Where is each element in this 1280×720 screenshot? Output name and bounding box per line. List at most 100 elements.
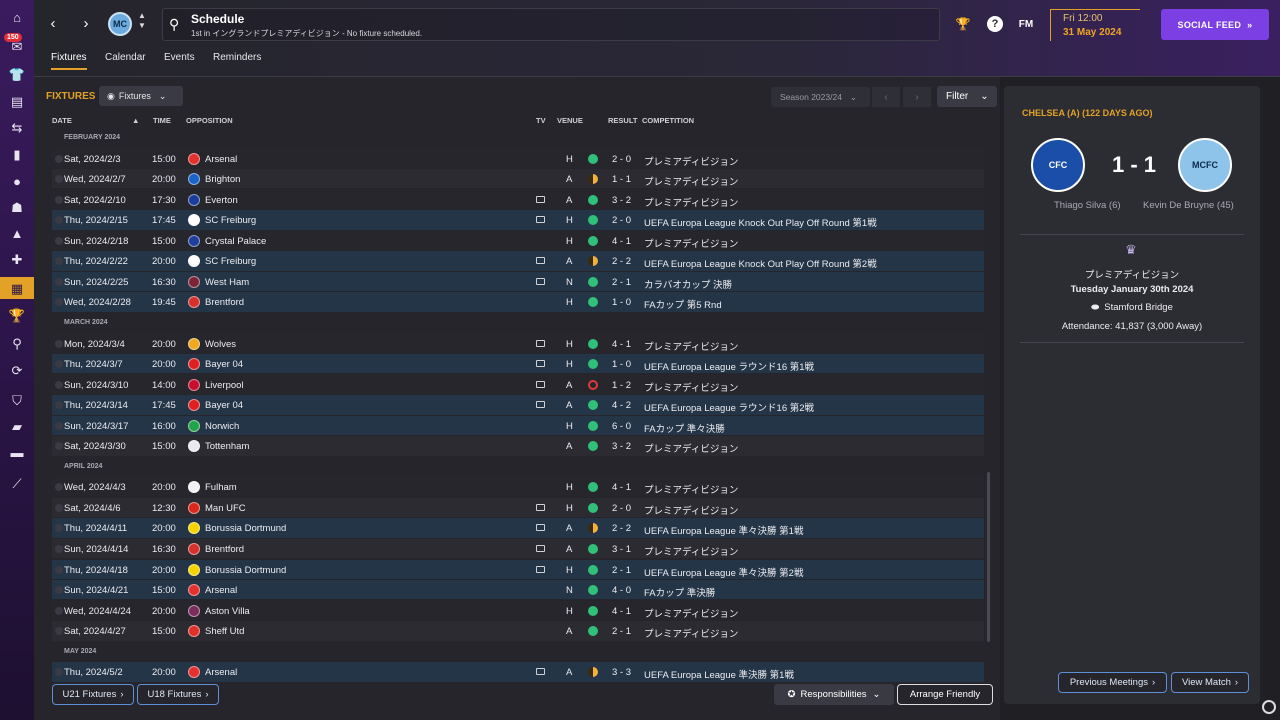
fixture-row[interactable]: Sat, 2024/2/3 15:00 Arsenal H 2 - 0 プレミアディビジョ…: [52, 148, 984, 168]
row-select-icon[interactable]: [55, 668, 63, 677]
arrange-friendly-button[interactable]: Arrange Friendly: [897, 684, 993, 705]
fixture-opposition[interactable]: Arsenal: [205, 154, 237, 165]
social-feed-button[interactable]: SOCIAL FEED »: [1161, 9, 1269, 40]
fixture-opposition[interactable]: Borussia Dortmund: [205, 565, 286, 576]
development-icon[interactable]: ✚: [7, 250, 27, 268]
fixture-opposition[interactable]: Everton: [205, 195, 238, 206]
fixture-row[interactable]: Sun, 2024/2/18 15:00 Crystal Palace H 4 - 1 プ…: [52, 230, 984, 251]
fixture-result[interactable]: 4 - 1: [612, 339, 631, 350]
fixture-opposition[interactable]: Bayer 04: [205, 359, 243, 370]
fixture-competition[interactable]: プレミアディビジョン: [644, 339, 738, 353]
fixture-opposition[interactable]: SC Freiburg: [205, 256, 256, 267]
fixture-row[interactable]: Thu, 2024/3/7 20:00 Bayer 04 H 1 - 0 UEFA Eur…: [52, 354, 984, 374]
fixture-row[interactable]: Wed, 2024/4/24 20:00 Aston Villa H 4 - 1 プレミア…: [52, 600, 984, 621]
fixture-row[interactable]: Thu, 2024/2/15 17:45 SC Freiburg H 2 - 0 UEFA…: [52, 210, 984, 230]
fixture-opposition[interactable]: Aston Villa: [205, 606, 250, 617]
responsibilities-button[interactable]: ✪ Responsibilities ⌄: [774, 684, 894, 705]
fixture-result[interactable]: 4 - 1: [612, 236, 631, 247]
col-opposition[interactable]: OPPOSITION: [186, 116, 233, 125]
row-select-icon[interactable]: [55, 257, 63, 266]
notification-ring-icon[interactable]: [1262, 700, 1276, 714]
fixture-competition[interactable]: UEFA Europa League 準々決勝 第1戦: [644, 523, 803, 537]
fixture-opposition[interactable]: Liverpool: [205, 380, 244, 391]
fixture-result[interactable]: 3 - 1: [612, 544, 631, 555]
previous-meetings-button[interactable]: Previous Meetings ›: [1058, 672, 1167, 693]
fixture-competition[interactable]: プレミアディビジョン: [644, 441, 738, 455]
medical-icon[interactable]: ●: [7, 172, 27, 190]
fixture-result[interactable]: 1 - 2: [612, 380, 631, 391]
fixture-opposition[interactable]: Bayer 04: [205, 400, 243, 411]
competitions-icon[interactable]: 🏆: [7, 306, 27, 324]
row-select-icon[interactable]: [55, 524, 63, 533]
dev-centre-icon[interactable]: ▬: [7, 443, 27, 461]
fixtures-view-dropdown[interactable]: ◉ Fixtures ⌄: [99, 86, 183, 106]
col-tv[interactable]: TV: [536, 116, 546, 125]
fixture-row[interactable]: Sat, 2024/4/6 12:30 Man UFC H 2 - 0 プレミアディビジョ…: [52, 497, 984, 518]
club-badge-icon[interactable]: MC: [108, 12, 132, 36]
row-select-icon[interactable]: [55, 627, 63, 636]
home-icon[interactable]: ⌂: [7, 8, 27, 26]
fixture-opposition[interactable]: Norwich: [205, 421, 239, 432]
trophy-icon[interactable]: 🏆: [953, 14, 973, 34]
row-select-icon[interactable]: [55, 175, 63, 184]
fixture-competition[interactable]: プレミアディビジョン: [644, 503, 738, 517]
date-display[interactable]: Fri 12:00 31 May 2024: [1050, 9, 1140, 41]
row-select-icon[interactable]: [55, 565, 63, 574]
fixture-opposition[interactable]: Borussia Dortmund: [205, 523, 286, 534]
fixture-result[interactable]: 2 - 0: [612, 154, 631, 165]
fixture-result[interactable]: 2 - 1: [612, 626, 631, 637]
fixture-competition[interactable]: UEFA Europa League ラウンド16 第1戦: [644, 359, 814, 373]
fixture-result[interactable]: 4 - 1: [612, 482, 631, 493]
fixture-row[interactable]: Thu, 2024/3/14 17:45 Bayer 04 A 4 - 2 UEFA Eu…: [52, 395, 984, 415]
fixture-row[interactable]: Thu, 2024/4/11 20:00 Borussia Dortmund A 2 -…: [52, 518, 984, 538]
fixture-row[interactable]: Wed, 2024/4/3 20:00 Fulham H 4 - 1 プレミアディビジョン: [52, 477, 984, 497]
schedule-icon[interactable]: ▦: [0, 277, 34, 299]
fixture-competition[interactable]: UEFA Europa League Knock Out Play Off Ro…: [644, 256, 877, 270]
team-report-icon[interactable]: ▮: [7, 145, 27, 163]
fixture-competition[interactable]: プレミアディビジョン: [644, 174, 738, 188]
fixture-opposition[interactable]: Crystal Palace: [205, 236, 266, 247]
fixture-result[interactable]: 3 - 2: [612, 441, 631, 452]
row-select-icon[interactable]: [55, 216, 63, 225]
chelsea-crest-icon[interactable]: CFC: [1031, 138, 1085, 192]
fixture-opposition[interactable]: Arsenal: [205, 667, 237, 678]
u18-fixtures-button[interactable]: U18 Fixtures ›: [137, 684, 219, 705]
fixture-row[interactable]: Sat, 2024/2/10 17:30 Everton A 3 - 2 プレミアディビジ…: [52, 189, 984, 210]
fixture-opposition[interactable]: Tottenham: [205, 441, 249, 452]
row-select-icon[interactable]: [55, 483, 63, 492]
fixture-competition[interactable]: FAカップ 第5 Rnd: [644, 297, 722, 311]
row-select-icon[interactable]: [55, 154, 63, 163]
fixture-result[interactable]: 3 - 3: [612, 667, 631, 678]
row-select-icon[interactable]: [55, 586, 63, 595]
fixture-competition[interactable]: UEFA Europa League ラウンド16 第2戦: [644, 400, 814, 414]
col-time[interactable]: TIME: [153, 116, 171, 125]
fixture-row[interactable]: Wed, 2024/2/28 19:45 Brentford H 1 - 0 FAカップ …: [52, 292, 984, 312]
club-vision-icon[interactable]: ⛉: [7, 391, 27, 409]
fixture-result[interactable]: 4 - 1: [612, 606, 631, 617]
fixture-row[interactable]: Thu, 2024/5/2 20:00 Arsenal A 3 - 3 UEFA Euro…: [52, 662, 984, 682]
fixture-row[interactable]: Sun, 2024/2/25 16:30 West Ham N 2 - 1 カラバオカップ…: [52, 271, 984, 292]
fixture-row[interactable]: Sat, 2024/4/27 15:00 Sheff Utd A 2 - 1 プレミアディ…: [52, 621, 984, 641]
tab-calendar[interactable]: Calendar: [105, 52, 146, 68]
fixture-opposition[interactable]: Brighton: [205, 174, 240, 185]
fixture-row[interactable]: Sun, 2024/3/10 14:00 Liverpool A 1 - 2 プレミアディ…: [52, 374, 984, 394]
row-select-icon[interactable]: [55, 545, 63, 553]
scrollbar[interactable]: [987, 472, 990, 642]
season-prev-button[interactable]: ‹: [872, 87, 900, 107]
col-result[interactable]: RESULT: [608, 116, 637, 125]
season-next-button[interactable]: ›: [903, 87, 931, 107]
fixture-opposition[interactable]: Sheff Utd: [205, 626, 244, 637]
fixture-result[interactable]: 4 - 0: [612, 585, 631, 596]
fixture-result[interactable]: 2 - 0: [612, 503, 631, 514]
fixture-result[interactable]: 1 - 1: [612, 174, 631, 185]
man-city-crest-icon[interactable]: MCFC: [1178, 138, 1232, 192]
row-select-icon[interactable]: [55, 606, 63, 615]
fixture-result[interactable]: 2 - 1: [612, 565, 631, 576]
row-select-icon[interactable]: [55, 442, 63, 451]
finances-icon[interactable]: ▰: [7, 417, 27, 435]
tactics-icon[interactable]: ▤: [7, 92, 27, 110]
forward-button[interactable]: ›: [73, 10, 99, 36]
squad-icon[interactable]: 👕: [7, 65, 27, 83]
fixture-competition[interactable]: プレミアディビジョン: [644, 544, 738, 558]
fixture-opposition[interactable]: Brentford: [205, 544, 244, 555]
